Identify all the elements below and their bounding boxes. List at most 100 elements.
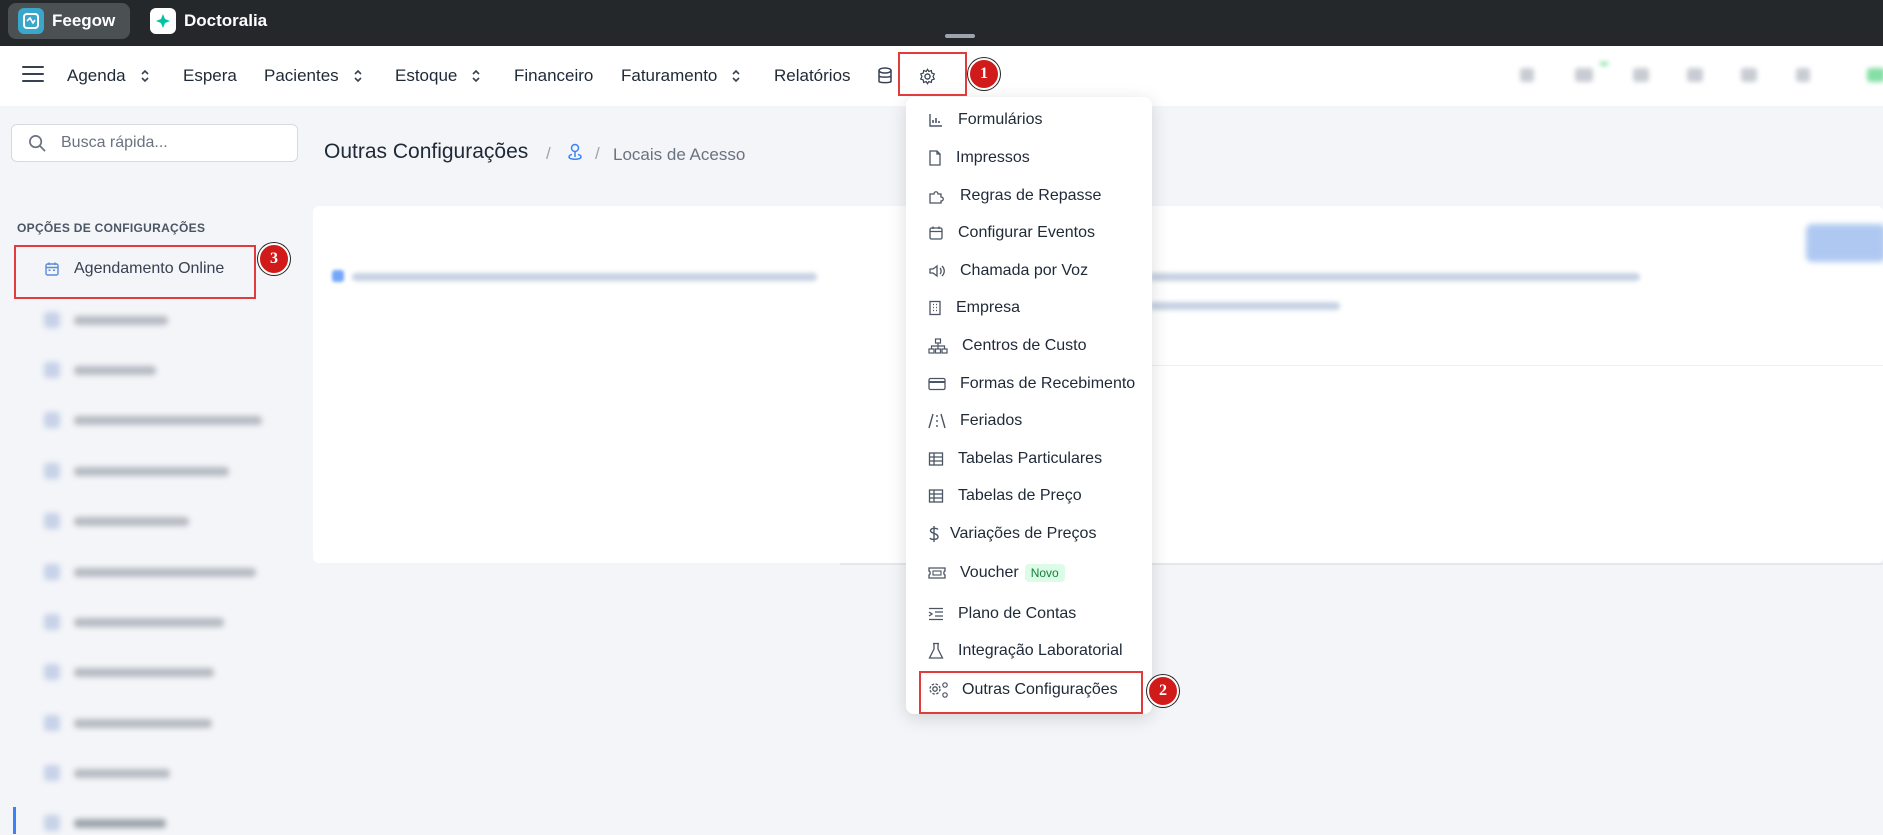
new-badge: Novo	[1024, 564, 1065, 582]
active-item-marker	[13, 807, 16, 834]
menu-item-centros-de-custo[interactable]: Centros de Custo	[928, 334, 1087, 358]
search-icon	[29, 134, 46, 152]
breadcrumb-current[interactable]: Locais de Acesso	[613, 145, 745, 165]
app-tab-doctoralia[interactable]: Doctoralia	[140, 3, 277, 39]
table-icon	[928, 489, 944, 503]
sidebar-item-blurred[interactable]	[44, 660, 214, 684]
sidebar-item-blurred[interactable]	[44, 560, 256, 584]
save-button[interactable]	[1806, 224, 1883, 262]
bar-chart-icon	[929, 114, 942, 127]
app-tab-label: Doctoralia	[184, 11, 268, 30]
menu-item-label: Voucher	[960, 564, 1019, 581]
menu-item-feriados[interactable]: Feriados	[928, 409, 1022, 433]
nav-agenda[interactable]: Agenda	[67, 46, 150, 106]
doctoralia-logo-icon	[150, 8, 176, 34]
feegow-logo-icon	[18, 8, 44, 34]
nav-label: Agenda	[67, 66, 126, 85]
step-marker-2: 2	[1147, 675, 1179, 707]
menu-item-label: Empresa	[956, 299, 1021, 316]
dollar-icon	[929, 526, 939, 542]
menu-item-label: Chamada por Voz	[960, 262, 1089, 279]
menu-item-variacoes-de-precos[interactable]: Variações de Preços	[928, 522, 1096, 546]
calendar-icon	[929, 226, 943, 240]
chevron-updown-icon	[471, 68, 481, 84]
highlight-box	[919, 671, 1143, 714]
flask-icon	[928, 642, 944, 659]
nav-label: Relatórios	[774, 66, 851, 85]
menu-icon[interactable]	[22, 66, 44, 84]
building-icon	[929, 300, 941, 316]
nav-label: Financeiro	[514, 66, 594, 85]
menu-item-formas-de-recebimento[interactable]: Formas de Recebimento	[928, 372, 1135, 396]
nav-espera[interactable]: Espera	[183, 46, 237, 106]
indent-list-icon	[928, 607, 943, 621]
nav-label: Faturamento	[621, 66, 718, 85]
table-icon	[928, 452, 944, 466]
menu-item-empresa[interactable]: Empresa	[928, 296, 1020, 320]
setting-description-blurred	[1150, 302, 1340, 310]
nav-financeiro[interactable]: Financeiro	[514, 46, 593, 106]
ticket-icon	[928, 567, 946, 579]
page-title: Outras Configurações	[324, 140, 529, 163]
menu-item-voucher[interactable]: Voucher Novo	[928, 561, 1065, 585]
credit-card-icon	[928, 377, 946, 391]
menu-item-tabelas-de-preco[interactable]: Tabelas de Preço	[928, 484, 1082, 508]
nav-faturamento[interactable]: Faturamento	[621, 46, 741, 106]
sidebar-section-title: OPÇÕES DE CONFIGURAÇÕES	[17, 221, 206, 235]
sidebar-item-blurred[interactable]	[44, 408, 262, 432]
menu-item-label: Tabelas de Preço	[958, 487, 1082, 504]
menu-item-integracao-laboratorial[interactable]: Integração Laboratorial	[928, 639, 1123, 663]
menu-item-label: Tabelas Particulares	[958, 450, 1103, 467]
chevron-updown-icon	[353, 68, 363, 84]
sidebar-item-blurred[interactable]	[44, 811, 166, 835]
menu-item-label: Regras de Repasse	[960, 187, 1102, 204]
nav-label: Pacientes	[264, 66, 339, 85]
menu-item-configurar-eventos[interactable]: Configurar Eventos	[928, 221, 1095, 245]
menu-item-label: Formas de Recebimento	[960, 375, 1136, 392]
menu-item-label: Formulários	[958, 111, 1043, 128]
menu-item-tabelas-particulares[interactable]: Tabelas Particulares	[928, 447, 1102, 471]
document-icon	[929, 150, 941, 166]
sidebar-item-blurred[interactable]	[44, 358, 156, 382]
setting-description-blurred	[352, 273, 817, 281]
setting-description-blurred	[1150, 273, 1640, 281]
menu-item-label: Integração Laboratorial	[958, 642, 1123, 659]
window-drag-handle[interactable]	[945, 34, 975, 38]
nav-pacientes[interactable]: Pacientes	[264, 46, 363, 106]
puzzle-icon	[929, 191, 944, 204]
quick-search[interactable]	[11, 124, 298, 162]
menu-item-label: Impressos	[956, 149, 1030, 166]
menu-item-label: Variações de Preços	[950, 525, 1097, 542]
sidebar-item-blurred[interactable]	[44, 459, 229, 483]
breadcrumb-separator: /	[546, 144, 551, 163]
menu-item-label: Configurar Eventos	[958, 224, 1095, 241]
chevron-updown-icon	[731, 68, 741, 84]
nav-relatorios[interactable]: Relatórios	[774, 46, 851, 106]
app-tab-feegow[interactable]: Feegow	[8, 3, 130, 39]
menu-item-plano-de-contas[interactable]: Plano de Contas	[928, 602, 1076, 626]
database-icon[interactable]	[877, 46, 893, 106]
location-pin-icon[interactable]	[566, 142, 584, 167]
search-input[interactable]	[59, 133, 279, 153]
menu-item-label: Centros de Custo	[962, 337, 1087, 354]
sidebar-item-blurred[interactable]	[44, 761, 170, 785]
step-marker-1: 1	[968, 58, 1000, 90]
chevron-updown-icon	[140, 68, 150, 84]
road-icon	[928, 413, 946, 429]
menu-item-impressos[interactable]: Impressos	[928, 146, 1030, 170]
sidebar-item-blurred[interactable]	[44, 308, 168, 332]
menu-item-regras-de-repasse[interactable]: Regras de Repasse	[928, 184, 1101, 208]
nav-estoque[interactable]: Estoque	[395, 46, 481, 106]
checkbox[interactable]	[332, 270, 344, 282]
menu-item-label: Plano de Contas	[958, 605, 1077, 622]
highlight-box	[14, 245, 256, 299]
menu-item-label: Feriados	[960, 412, 1023, 429]
sidebar-item-blurred[interactable]	[44, 509, 189, 533]
sidebar-item-blurred[interactable]	[44, 610, 224, 634]
sidebar-item-blurred[interactable]	[44, 711, 212, 735]
menu-item-formularios[interactable]: Formulários	[928, 108, 1042, 132]
menu-item-chamada-por-voz[interactable]: Chamada por Voz	[928, 259, 1088, 283]
toolbar-right-icons	[1515, 56, 1883, 93]
app-switcher-bar: Feegow Doctoralia	[0, 0, 1883, 46]
nav-label: Estoque	[395, 66, 458, 85]
